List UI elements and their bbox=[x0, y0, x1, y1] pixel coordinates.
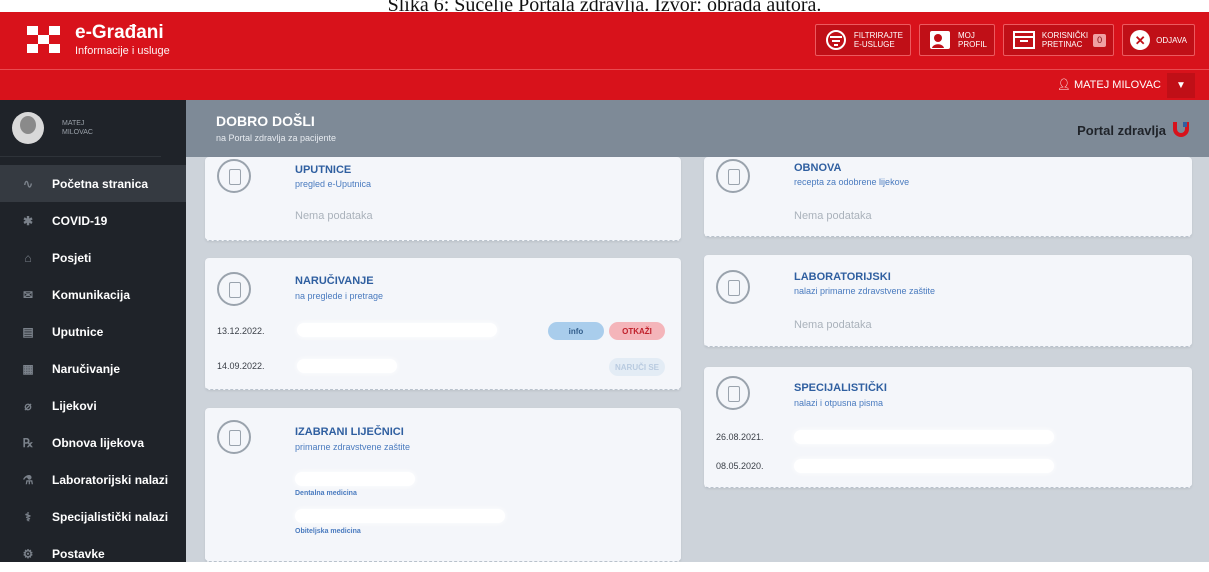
prescription-icon bbox=[716, 159, 750, 193]
chevron-down-icon[interactable]: ▼ bbox=[1167, 73, 1195, 98]
sidebar-item-lijekovi[interactable]: ⌀ Lijekovi bbox=[0, 387, 186, 424]
empty-state: Nema podataka bbox=[794, 319, 872, 331]
card-uputnice[interactable]: UPUTNICE pregled e-Uputnica Nema podatak… bbox=[205, 157, 681, 241]
sidebar-item-obnova-lijekova[interactable]: ℞ Obnova lijekova bbox=[0, 424, 186, 461]
sidebar-item-label: Uputnice bbox=[52, 324, 104, 339]
sidebar-item-label: COVID-19 bbox=[52, 213, 108, 228]
top-header: e-Građani Informacije i usluge FILTRIRAJ… bbox=[0, 12, 1209, 69]
sidebar-item-label: Posjeti bbox=[52, 250, 92, 265]
sidebar-user: MATEJ MILOVAC bbox=[0, 100, 161, 157]
sidebar-item-label: Naručivanje bbox=[52, 361, 121, 376]
sidebar-item-covid-19[interactable]: ✱ COVID-19 bbox=[0, 202, 186, 239]
doctor-icon: ⚕ bbox=[24, 509, 32, 524]
doctor-category: Obiteljska medicina bbox=[295, 528, 361, 535]
inbox-icon bbox=[1011, 30, 1037, 50]
welcome-subtitle: na Portal zdravlja za pacijente bbox=[216, 133, 337, 143]
calendar-icon: ▦ bbox=[22, 361, 34, 376]
card-narucivanje[interactable]: NARUČIVANJE na preglede i pretrage 13.12… bbox=[205, 258, 681, 390]
redacted-text bbox=[297, 323, 497, 337]
redacted-text bbox=[794, 459, 1054, 473]
referral-icon bbox=[217, 159, 251, 193]
filter-icon bbox=[823, 30, 849, 50]
checkerboard-logo-icon bbox=[27, 26, 63, 54]
sidebar-item-label: Lijekovi bbox=[52, 398, 97, 413]
welcome-banner: DOBRO DOŠLI na Portal zdravlja za pacije… bbox=[186, 100, 1209, 157]
cancel-button[interactable]: OTKAŽI bbox=[609, 322, 665, 340]
sidebar-item-uputnice[interactable]: ▤ Uputnice bbox=[0, 313, 186, 350]
sidebar: MATEJ MILOVAC ∿ Početna stranica ✱ COVID-19… bbox=[0, 100, 186, 562]
sidebar-item-label: Početna stranica bbox=[52, 176, 149, 191]
info-button[interactable]: info bbox=[548, 322, 604, 340]
doctor-category: Dentalna medicina bbox=[295, 490, 357, 497]
avatar bbox=[12, 112, 44, 144]
close-icon: ✕ bbox=[1130, 30, 1151, 50]
redacted-text bbox=[794, 430, 1054, 444]
appointment-icon bbox=[217, 272, 251, 306]
inbox-count-badge: 0 bbox=[1093, 33, 1107, 47]
figure-caption: Slika 6: Sučelje Portala zdravlja. Izvor… bbox=[387, 0, 822, 12]
site-subtitle: Informacije i usluge bbox=[75, 45, 170, 57]
sidebar-item-laboratorijski-nalazi[interactable]: ⚗ Laboratorijski nalazi bbox=[0, 461, 186, 498]
empty-state: Nema podataka bbox=[295, 210, 373, 222]
user-menu[interactable]: 👤︎ MATEJ MILOVAC bbox=[1057, 78, 1161, 91]
card-lijecnici[interactable]: IZABRANI LIJEČNICI primarne zdravstvene … bbox=[205, 408, 681, 562]
main-content: DOBRO DOŠLI na Portal zdravlja za pacije… bbox=[186, 100, 1209, 562]
sidebar-item-label: Obnova lijekova bbox=[52, 435, 145, 450]
document-icon: ▤ bbox=[22, 324, 34, 339]
sidebar-item-naručivanje[interactable]: ▦ Naručivanje bbox=[0, 350, 186, 387]
gear-icon: ⚙ bbox=[22, 546, 34, 561]
virus-icon: ✱ bbox=[22, 213, 34, 228]
logout-button[interactable]: ✕ ODJAVA bbox=[1122, 24, 1195, 56]
flask-icon bbox=[716, 270, 750, 304]
user-inbox-button[interactable]: KORISNIČKI PRETINAC 0 bbox=[1002, 24, 1115, 56]
redacted-text bbox=[295, 509, 505, 523]
prescription-icon: ℞ bbox=[22, 435, 34, 450]
my-profile-button[interactable]: MOJ PROFIL bbox=[919, 24, 995, 56]
sidebar-item-postavke[interactable]: ⚙ Postavke bbox=[0, 535, 186, 572]
sidebar-item-label: Komunikacija bbox=[52, 287, 131, 302]
sidebar-item-label: Postavke bbox=[52, 546, 105, 561]
sidebar-item-komunikacija[interactable]: ✉ Komunikacija bbox=[0, 276, 186, 313]
card-laboratorijski[interactable]: LABORATORIJSKI nalazi primarne zdravstve… bbox=[704, 255, 1192, 347]
doctor-icon bbox=[716, 376, 750, 410]
flask-icon: ⚗ bbox=[22, 472, 34, 487]
pill-icon: ⌀ bbox=[24, 398, 32, 413]
card-specijalisticki[interactable]: SPECIJALISTIČKI nalazi i otpusna pisma 2… bbox=[704, 367, 1192, 488]
book-button[interactable]: NARUČI SE bbox=[609, 358, 665, 376]
sidebar-item-specijalistički-nalazi[interactable]: ⚕ Specijalistički nalazi bbox=[0, 498, 186, 535]
home-icon: ⌂ bbox=[24, 250, 32, 265]
sidebar-item-početna-stranica[interactable]: ∿ Početna stranica bbox=[0, 165, 186, 202]
redacted-text bbox=[297, 359, 397, 373]
sidebar-item-label: Specijalistički nalazi bbox=[52, 509, 169, 524]
magnet-logo-icon bbox=[1171, 120, 1191, 141]
egradjani-logo[interactable]: e-Građani Informacije i usluge bbox=[27, 22, 170, 58]
user-circle-icon bbox=[217, 420, 251, 454]
site-title: e-Građani bbox=[75, 22, 164, 43]
card-obnova[interactable]: OBNOVA recepta za odobrene lijekove Nema… bbox=[704, 157, 1192, 237]
filter-eservices-button[interactable]: FILTRIRAJTE E-USLUGE bbox=[814, 24, 912, 56]
pulse-icon: ∿ bbox=[22, 176, 34, 191]
user-icon: 👤︎ bbox=[1056, 79, 1071, 91]
user-bar: 👤︎ MATEJ MILOVAC ▼ bbox=[0, 69, 1209, 100]
empty-state: Nema podataka bbox=[794, 210, 872, 222]
redacted-text bbox=[295, 472, 415, 486]
profile-icon bbox=[927, 30, 953, 50]
portal-brand: Portal zdravlja bbox=[1077, 120, 1191, 141]
sidebar-item-posjeti[interactable]: ⌂ Posjeti bbox=[0, 239, 186, 276]
sidebar-item-label: Laboratorijski nalazi bbox=[52, 472, 169, 487]
chat-icon: ✉ bbox=[22, 287, 34, 302]
welcome-title: DOBRO DOŠLI bbox=[216, 113, 315, 129]
